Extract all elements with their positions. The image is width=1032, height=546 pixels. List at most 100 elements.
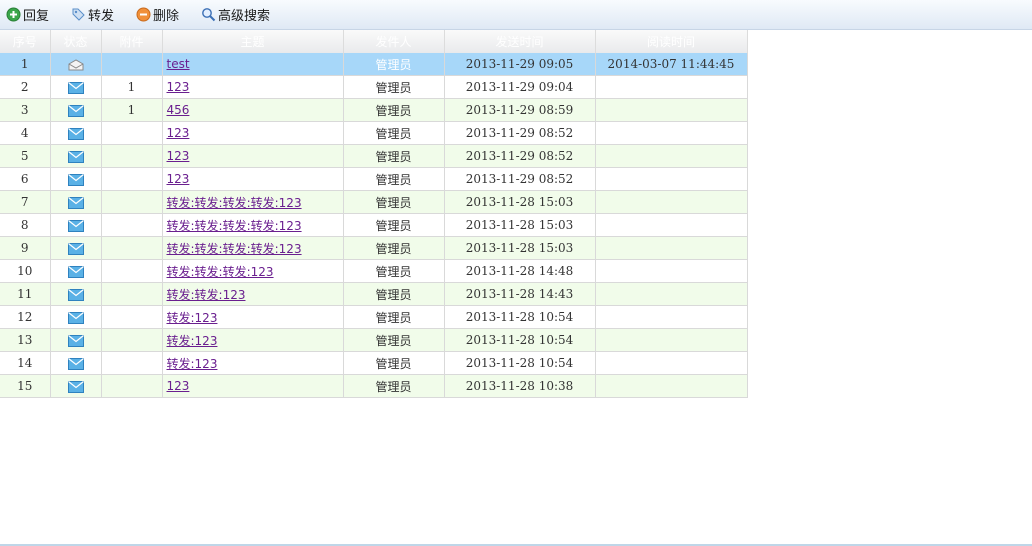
row-number: 1 [0,53,51,76]
plus-circle-icon [6,7,21,22]
attachment-count: 1 [101,98,163,122]
reply-label: 回复 [23,9,50,24]
table-row[interactable]: 8 转发:转发:转发:转发:123 管理员 2013-11-28 15:03 [0,213,748,237]
table-row[interactable]: 9 转发:转发:转发:转发:123 管理员 2013-11-28 15:03 [0,236,748,260]
sent-time: 2013-11-29 08:59 [444,98,596,122]
table-row[interactable]: 15 123 管理员 2013-11-28 10:38 [0,374,748,398]
delete-button[interactable]: 删除 [136,5,179,24]
mail-icon [67,287,84,301]
attachment-count [101,236,163,260]
sent-time: 2013-11-28 10:54 [444,305,596,329]
subject-link[interactable]: 123 [167,149,190,163]
subject-cell: 123 [162,374,344,398]
subject-link[interactable]: 转发:123 [167,357,218,371]
attachment-count [101,121,163,145]
status-cell [50,282,102,306]
row-number: 12 [0,305,51,329]
mail-icon [67,103,84,117]
sender-cell: 管理员 [343,167,445,191]
row-number: 7 [0,190,51,214]
mail-icon [67,149,84,163]
column-header-sender[interactable]: 发件人 [343,30,445,53]
table-header: 序号 状态 附件 主题 发件人 发送时间 阅读时间 [0,30,748,53]
table-row[interactable]: 3 1 456 管理员 2013-11-29 08:59 [0,98,748,122]
column-header-sent-time[interactable]: 发送时间 [444,30,596,53]
column-header-number[interactable]: 序号 [0,30,51,53]
status-cell [50,167,102,191]
row-number: 5 [0,144,51,168]
subject-cell: 转发:123 [162,305,344,329]
subject-cell: 转发:123 [162,328,344,352]
table-row[interactable]: 2 1 123 管理员 2013-11-29 09:04 [0,75,748,99]
table-row[interactable]: 12 转发:123 管理员 2013-11-28 10:54 [0,305,748,329]
subject-link[interactable]: 转发:转发:转发:转发:123 [167,196,302,210]
sender-cell: 管理员 [343,282,445,306]
forward-label: 转发 [88,9,115,24]
subject-link[interactable]: 转发:转发:转发:转发:123 [167,242,302,256]
read-time: 2014-03-07 11:44:45 [595,53,748,76]
tag-icon [71,7,86,22]
table-row[interactable]: 11 转发:转发:123 管理员 2013-11-28 14:43 [0,282,748,306]
mail-icon [67,379,84,393]
sent-time: 2013-11-29 08:52 [444,121,596,145]
advanced-search-button[interactable]: 高级搜索 [201,5,270,24]
subject-cell: 转发:转发:转发:转发:123 [162,213,344,237]
subject-link[interactable]: 123 [167,172,190,186]
attachment-count: 1 [101,75,163,99]
subject-link[interactable]: 转发:转发:转发:转发:123 [167,219,302,233]
table-row[interactable]: 4 123 管理员 2013-11-29 08:52 [0,121,748,145]
subject-link[interactable]: 转发:转发:123 [167,288,246,302]
row-number: 15 [0,374,51,398]
status-cell [50,75,102,99]
subject-link[interactable]: 123 [167,379,190,393]
table-row[interactable]: 14 转发:123 管理员 2013-11-28 10:54 [0,351,748,375]
sender-cell: 管理员 [343,53,445,76]
read-time [595,328,748,352]
table-row[interactable]: 1 test 管理员 2013-11-29 09:05 2014-03-07 11:44… [0,53,748,76]
status-cell [50,351,102,375]
sent-time: 2013-11-28 15:03 [444,190,596,214]
row-number: 6 [0,167,51,191]
advanced-search-label: 高级搜索 [218,9,271,24]
sent-time: 2013-11-28 15:03 [444,236,596,260]
sent-time: 2013-11-28 10:54 [444,328,596,352]
status-cell [50,213,102,237]
column-header-subject[interactable]: 主题 [162,30,344,53]
subject-link[interactable]: 转发:123 [167,334,218,348]
mail-table: 序号 状态 附件 主题 发件人 发送时间 阅读时间 1 test 管理员 2013-1… [0,30,748,398]
row-number: 13 [0,328,51,352]
subject-link[interactable]: test [167,57,190,71]
sent-time: 2013-11-29 08:52 [444,167,596,191]
table-row[interactable]: 7 转发:转发:转发:转发:123 管理员 2013-11-28 15:03 [0,190,748,214]
sent-time: 2013-11-29 08:52 [444,144,596,168]
subject-cell: 转发:转发:转发:转发:123 [162,236,344,260]
row-number: 3 [0,98,51,122]
subject-link[interactable]: 转发:123 [167,311,218,325]
subject-link[interactable]: 123 [167,80,190,94]
magnifier-icon [201,7,216,22]
toolbar: 回复 转发 删除 高级搜索 [0,0,1032,30]
sender-cell: 管理员 [343,374,445,398]
status-cell [50,53,102,76]
sent-time: 2013-11-28 14:43 [444,282,596,306]
forward-button[interactable]: 转发 [71,5,114,24]
subject-link[interactable]: 转发:转发:转发:123 [167,265,274,279]
mail-icon [67,310,84,324]
column-header-read-time[interactable]: 阅读时间 [595,30,748,53]
reply-button[interactable]: 回复 [6,5,49,24]
table-row[interactable]: 5 123 管理员 2013-11-29 08:52 [0,144,748,168]
row-number: 2 [0,75,51,99]
table-row[interactable]: 13 转发:123 管理员 2013-11-28 10:54 [0,328,748,352]
column-header-status[interactable]: 状态 [50,30,102,53]
column-header-attachment[interactable]: 附件 [101,30,163,53]
status-cell [50,190,102,214]
attachment-count [101,282,163,306]
table-row[interactable]: 10 转发:转发:转发:123 管理员 2013-11-28 14:48 [0,259,748,283]
subject-link[interactable]: 456 [167,103,190,117]
read-time [595,374,748,398]
attachment-count [101,144,163,168]
sender-cell: 管理员 [343,75,445,99]
read-time [595,167,748,191]
table-row[interactable]: 6 123 管理员 2013-11-29 08:52 [0,167,748,191]
subject-link[interactable]: 123 [167,126,190,140]
